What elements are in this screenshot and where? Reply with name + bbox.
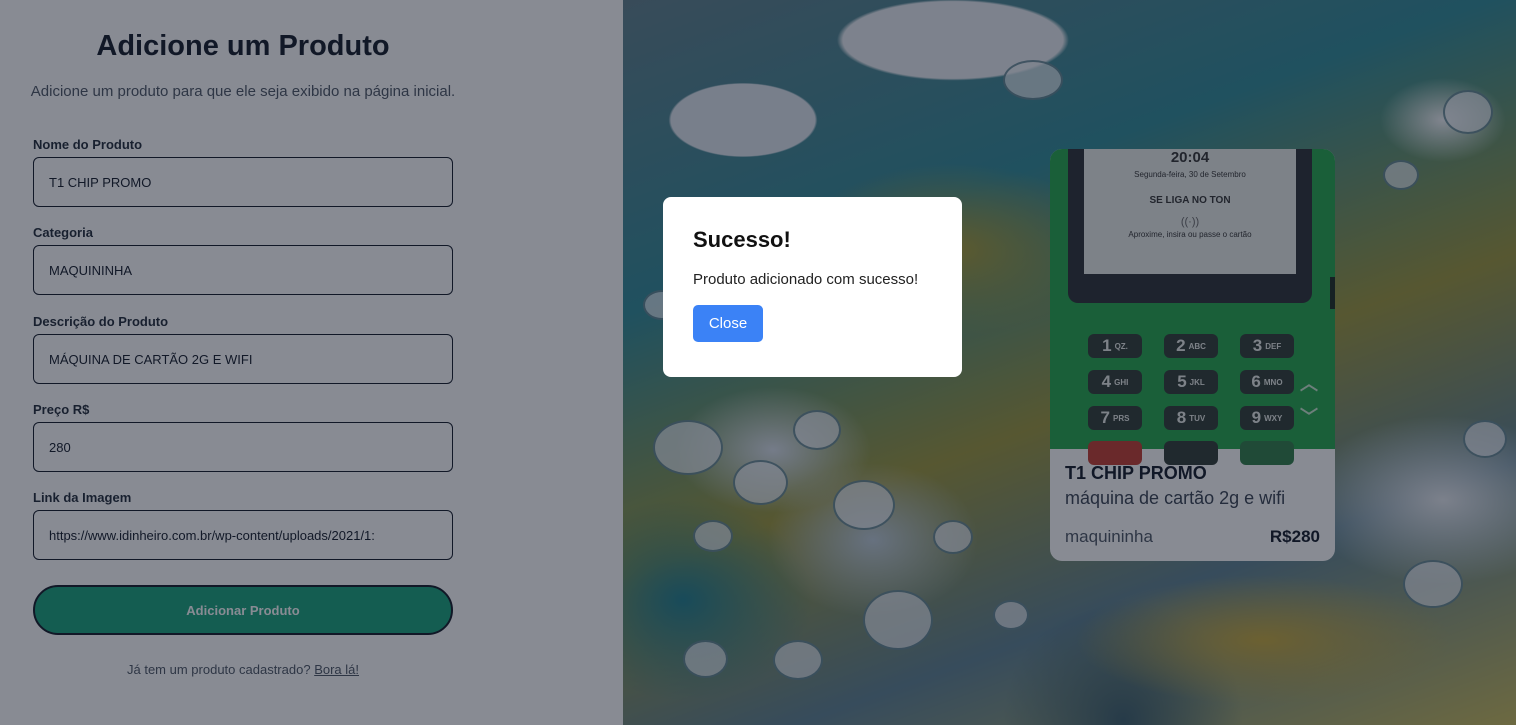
success-modal: Sucesso! Produto adicionado com sucesso!…	[663, 197, 962, 377]
modal-title: Sucesso!	[693, 227, 791, 252]
close-button[interactable]: Close	[693, 305, 763, 342]
modal-message: Produto adicionado com sucesso!	[693, 271, 919, 288]
